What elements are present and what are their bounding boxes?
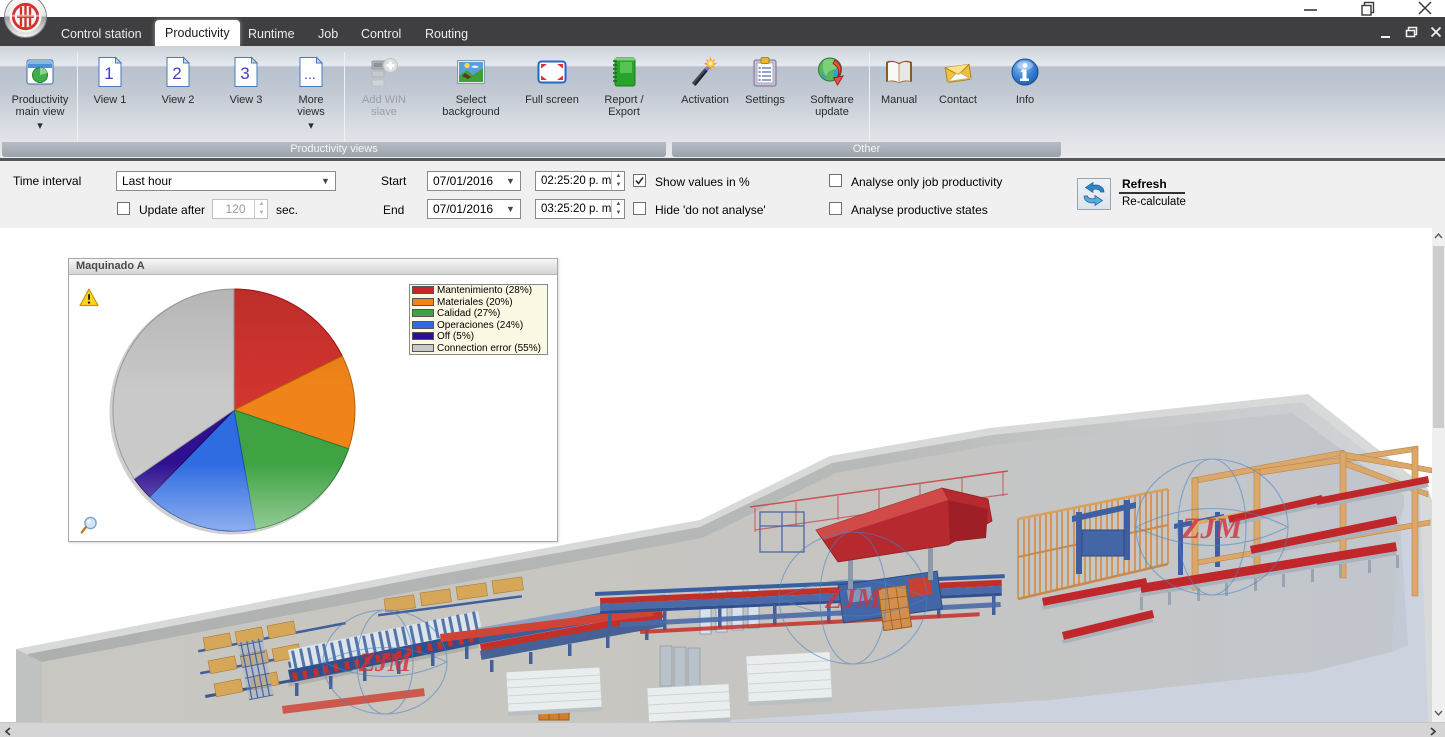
svg-text:...: ... bbox=[304, 66, 316, 82]
svg-text:3: 3 bbox=[240, 64, 249, 83]
svg-text:ZJM: ZJM bbox=[824, 584, 882, 615]
svg-text:ZJM: ZJM bbox=[358, 648, 412, 677]
svg-text:2: 2 bbox=[172, 64, 181, 83]
svg-text:ZJM: ZJM bbox=[1181, 512, 1243, 545]
svg-text:1: 1 bbox=[104, 64, 113, 83]
